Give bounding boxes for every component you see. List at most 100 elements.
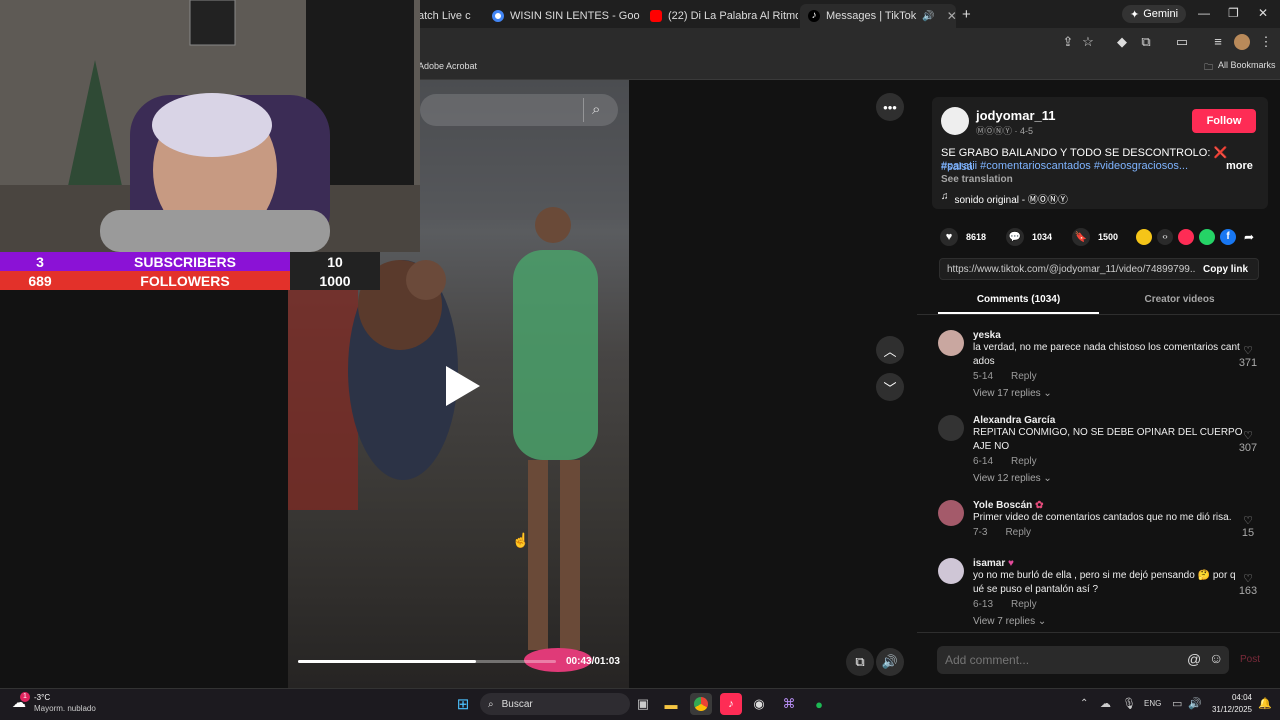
comment-text: Primer video de comentarios cantados que… [973, 512, 1232, 523]
profile-avatar[interactable] [1234, 34, 1250, 50]
comment-item: Yole Boscán ✿ Primer video de comentario… [938, 500, 1260, 539]
all-bookmarks[interactable]: 🗀 All Bookmarks [1204, 60, 1276, 76]
previous-video-button[interactable]: ︿ [876, 336, 904, 364]
menu-icon[interactable]: ⋮ [1258, 34, 1274, 50]
followers-count: 689 [28, 272, 52, 289]
creator-avatar[interactable] [941, 107, 969, 135]
video-search-bar[interactable] [420, 94, 618, 126]
sound-row[interactable]: ♫ sonido original - ⓂⓄⓃⓎ [941, 191, 1068, 206]
restore-icon[interactable]: ❐ [1228, 6, 1239, 20]
comment-like[interactable]: ♡ 371 [1236, 344, 1260, 369]
reply-button[interactable]: Reply [1011, 456, 1037, 467]
emoji-icon[interactable]: ☺ [1209, 650, 1223, 666]
copy-link-button[interactable]: Copy link [1203, 264, 1248, 275]
caption-emoji: ❌ [1213, 147, 1228, 159]
commenter-name-text: isamar [973, 558, 1006, 569]
like-icon[interactable]: ♥ [940, 228, 958, 246]
install-app-icon[interactable]: ⇪ [1060, 34, 1076, 50]
app-icon[interactable]: ⌘ [778, 693, 800, 715]
embed-icon[interactable]: ‹› [1157, 229, 1173, 245]
volume-icon[interactable]: 🔊 [876, 648, 904, 676]
see-translation-link[interactable]: See translation [941, 174, 1013, 185]
mini-player-icon[interactable]: ⧉ [846, 648, 874, 676]
gemini-button[interactable]: ✦ Gemini [1122, 5, 1187, 23]
comment-date: 6-13 [973, 599, 994, 610]
stream-goal-bars: 3 SUBSCRIBERS 10 689 FOLLOWERS 1000 [0, 252, 420, 290]
commenter-avatar[interactable] [938, 415, 964, 441]
commenter-name[interactable]: Alexandra García [973, 415, 1245, 426]
tiktok-app-icon[interactable]: ♪ [720, 693, 742, 715]
bookmark-star-icon[interactable]: ☆ [1080, 34, 1096, 50]
extension-diamond-icon[interactable]: ◆ [1114, 34, 1130, 50]
media-icon[interactable]: ≡ [1210, 34, 1226, 50]
minimize-icon[interactable]: — [1198, 6, 1210, 20]
reply-button[interactable]: Reply [1011, 371, 1037, 382]
obs-icon[interactable]: ◉ [748, 693, 770, 715]
video-progress-bar[interactable] [298, 660, 556, 663]
whatsapp-icon[interactable] [1199, 229, 1215, 245]
new-tab-icon[interactable]: + [962, 6, 971, 23]
close-tab-icon[interactable]: ✕ [947, 9, 956, 23]
play-icon[interactable] [440, 364, 484, 408]
next-video-button[interactable]: ﹀ [876, 373, 904, 401]
volume-tray-icon[interactable]: 🔊 [1188, 697, 1202, 710]
creator-username[interactable]: jodyomar_11 [976, 108, 1056, 123]
clock-time[interactable]: 04:04 [1208, 693, 1252, 702]
commenter-name[interactable]: Yole Boscán ✿ [973, 500, 1245, 511]
comment-icon[interactable]: 💬 [1006, 228, 1024, 246]
tab-creator-videos[interactable]: Creator videos [1099, 294, 1260, 305]
task-view-icon[interactable]: ▣ [632, 693, 654, 715]
comment-like[interactable]: ♡ 163 [1236, 572, 1260, 597]
chrome-icon[interactable] [690, 693, 712, 715]
tab-tiktok[interactable]: ♪ Messages | TikTok 🔊 ✕ [800, 4, 956, 28]
tab-youtube[interactable]: (22) Di La Palabra Al Ritmo EN ✕ [642, 4, 798, 28]
extensions-icon[interactable]: ⧉ [1138, 34, 1154, 50]
reply-button[interactable]: Reply [1011, 599, 1037, 610]
share-arrow-icon[interactable]: ➦ [1241, 229, 1257, 245]
onedrive-icon[interactable]: ☁ [1100, 697, 1111, 710]
spotify-icon[interactable]: ● [808, 693, 830, 715]
send-icon[interactable] [1178, 229, 1194, 245]
reply-button[interactable]: Reply [1005, 527, 1031, 538]
taskbar-search[interactable]: ⌕ Buscar [480, 693, 630, 715]
commenter-avatar[interactable] [938, 330, 964, 356]
more-options-icon[interactable]: ••• [876, 93, 904, 121]
commenter-avatar[interactable] [938, 500, 964, 526]
tray-chevron-icon[interactable]: ⌃ [1080, 698, 1088, 709]
follow-button[interactable]: Follow [1192, 109, 1256, 133]
language-indicator[interactable]: ENG [1144, 699, 1161, 708]
comment-input[interactable] [945, 652, 1175, 668]
microphone-icon[interactable]: 🎙 [1122, 697, 1136, 710]
search-icon[interactable]: ⌕ [592, 101, 600, 118]
mention-icon[interactable]: @ [1187, 651, 1201, 667]
tab-watch-live[interactable]: atch Live c [410, 4, 482, 28]
facebook-icon[interactable]: f [1220, 229, 1236, 245]
comment-like[interactable]: ♡ 15 [1236, 514, 1260, 539]
tab-comments[interactable]: Comments (1034) [938, 294, 1099, 305]
caption-hashtags[interactable]: #paratii #comentarioscantados #videosgra… [941, 160, 1211, 172]
comment-item: isamar ♥ yo no me burló de ella , pero s… [938, 558, 1260, 627]
view-replies-link[interactable]: View 12 replies ⌄ [973, 473, 1245, 484]
windows-start-icon[interactable]: ⊞ [452, 693, 474, 715]
repost-icon[interactable] [1136, 229, 1152, 245]
comment-like[interactable]: ♡ 307 [1236, 429, 1260, 454]
more-link[interactable]: more [1226, 160, 1253, 172]
tab-google[interactable]: WISIN SIN LENTES - Google Se ✕ [484, 4, 640, 28]
notification-bell-icon[interactable]: 🔔 [1258, 697, 1272, 710]
clock-date[interactable]: 31/12/2025 [1206, 705, 1252, 714]
commenter-avatar[interactable] [938, 558, 964, 584]
close-window-icon[interactable]: ✕ [1258, 6, 1268, 20]
audio-icon[interactable]: 🔊 [922, 11, 934, 22]
post-comment-button[interactable]: Post [1240, 654, 1260, 665]
commenter-name[interactable]: yeska [973, 330, 1245, 341]
view-replies-link[interactable]: View 17 replies ⌄ [973, 388, 1245, 399]
cast-icon[interactable]: ▭ [1174, 34, 1190, 50]
bookmark-adobe[interactable]: Adobe Acrobat [418, 61, 477, 71]
video-link[interactable]: https://www.tiktok.com/@jodyomar_11/vide… [947, 264, 1195, 275]
network-icon[interactable]: ▭ [1172, 697, 1182, 710]
save-icon[interactable]: 🔖 [1072, 228, 1090, 246]
creator-subline: ⓂⓄⓃⓎ · 4-5 [976, 126, 1034, 136]
commenter-name[interactable]: isamar ♥ [973, 558, 1245, 569]
file-explorer-icon[interactable]: ▬ [660, 693, 682, 715]
view-replies-link[interactable]: View 7 replies ⌄ [973, 616, 1245, 627]
